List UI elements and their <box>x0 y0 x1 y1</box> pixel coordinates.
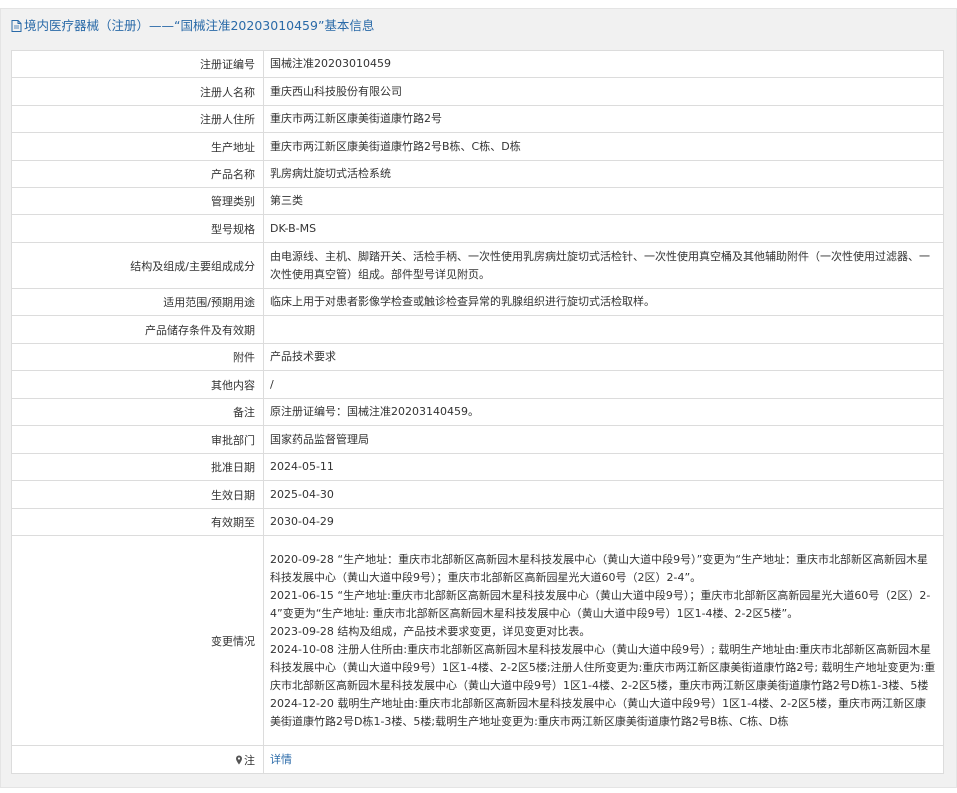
row-label: 注册人住所 <box>11 105 264 133</box>
change-entry: 2023-09-28 结构及组成，产品技术要求变更，详见变更对比表。 <box>270 624 591 638</box>
row-label: 注册证编号 <box>11 50 264 78</box>
changes-label: 变更情况 <box>11 535 264 746</box>
row-value: 产品技术要求 <box>263 343 944 371</box>
note-label-cell: 注 <box>11 745 264 774</box>
table-row: 产品名称 乳房病灶旋切式活检系统 <box>11 160 944 188</box>
changes-value: 2020-09-28 “生产地址：重庆市北部新区高新园木星科技发展中心（黄山大道… <box>263 535 944 746</box>
row-value: 由电源线、主机、脚踏开关、活检手柄、一次性使用乳房病灶旋切式活检针、一次性使用真… <box>263 242 944 289</box>
row-value: 重庆市两江新区康美街道康竹路2号B栋、C栋、D栋 <box>263 132 944 161</box>
row-label: 结构及组成/主要组成成分 <box>11 242 264 289</box>
table-row: 附件 产品技术要求 <box>11 343 944 371</box>
change-entry: 2024-10-08 注册人住所由:重庆市北部新区高新园木星科技发展中心（黄山大… <box>270 642 936 692</box>
row-label: 附件 <box>11 343 264 371</box>
row-value: 重庆市两江新区康美街道康竹路2号 <box>263 105 944 133</box>
row-value: 2025-04-30 <box>263 480 944 509</box>
table-row: 批准日期 2024-05-11 <box>11 453 944 481</box>
row-label: 备注 <box>11 398 264 426</box>
note-label: 注 <box>244 753 255 767</box>
row-value: 重庆西山科技股份有限公司 <box>263 77 944 106</box>
row-label: 产品名称 <box>11 160 264 188</box>
detail-link[interactable]: 详情 <box>270 753 292 766</box>
row-value: 第三类 <box>263 187 944 215</box>
table-row: 注册证编号 国械注准20203010459 <box>11 50 944 78</box>
table-row: 结构及组成/主要组成成分 由电源线、主机、脚踏开关、活检手柄、一次性使用乳房病灶… <box>11 242 944 289</box>
table-row: 注册人名称 重庆西山科技股份有限公司 <box>11 77 944 106</box>
row-label: 有效期至 <box>11 508 264 536</box>
row-label: 管理类别 <box>11 187 264 215</box>
row-value: / <box>263 370 944 399</box>
row-label: 产品储存条件及有效期 <box>11 315 264 344</box>
table-row: 生产地址 重庆市两江新区康美街道康竹路2号B栋、C栋、D栋 <box>11 132 944 161</box>
row-label: 适用范围/预期用途 <box>11 288 264 316</box>
row-label: 型号规格 <box>11 214 264 243</box>
row-label: 其他内容 <box>11 370 264 399</box>
info-table: 注册证编号 国械注准20203010459 注册人名称 重庆西山科技股份有限公司… <box>11 50 944 774</box>
row-value: 原注册证编号：国械注准20203140459。 <box>263 398 944 426</box>
change-entry: 2020-09-28 “生产地址：重庆市北部新区高新园木星科技发展中心（黄山大道… <box>270 552 929 584</box>
row-label: 注册人名称 <box>11 77 264 106</box>
page-title: 境内医疗器械（注册）——“国械注准20203010459”基本信息 <box>24 18 375 33</box>
table-row: 生效日期 2025-04-30 <box>11 480 944 509</box>
row-value: DK-B-MS <box>263 214 944 243</box>
table-row: 型号规格 DK-B-MS <box>11 214 944 243</box>
change-entry: 2024-12-20 载明生产地址由:重庆市北部新区高新园木星科技发展中心（黄山… <box>270 696 927 728</box>
row-label: 生效日期 <box>11 480 264 509</box>
table-row: 适用范围/预期用途 临床上用于对患者影像学检查或触诊检查异常的乳腺组织进行旋切式… <box>11 288 944 316</box>
table-row: 注册人住所 重庆市两江新区康美街道康竹路2号 <box>11 105 944 133</box>
document-icon <box>11 11 22 45</box>
changes-row: 变更情况 2020-09-28 “生产地址：重庆市北部新区高新园木星科技发展中心… <box>11 535 944 746</box>
table-row: 管理类别 第三类 <box>11 187 944 215</box>
table-row: 产品储存条件及有效期 <box>11 315 944 344</box>
row-value: 国家药品监督管理局 <box>263 425 944 454</box>
table-row: 其他内容 / <box>11 370 944 399</box>
row-value <box>263 315 944 344</box>
row-value: 乳房病灶旋切式活检系统 <box>263 160 944 188</box>
table-row: 审批部门 国家药品监督管理局 <box>11 425 944 454</box>
note-value: 详情 <box>263 745 944 774</box>
row-value: 2030-04-29 <box>263 508 944 536</box>
table-row: 备注 原注册证编号：国械注准20203140459。 <box>11 398 944 426</box>
row-value: 2024-05-11 <box>263 453 944 481</box>
table-row: 有效期至 2030-04-29 <box>11 508 944 536</box>
row-value: 临床上用于对患者影像学检查或触诊检查异常的乳腺组织进行旋切式活检取样。 <box>263 288 944 316</box>
row-label: 批准日期 <box>11 453 264 481</box>
note-row: 注 详情 <box>11 745 944 774</box>
change-entry: 2021-06-15 “生产地址:重庆市北部新区高新园木星科技发展中心（黄山大道… <box>270 588 931 620</box>
row-label: 生产地址 <box>11 132 264 161</box>
panel-header: 境内医疗器械（注册）——“国械注准20203010459”基本信息 <box>1 9 956 43</box>
row-label: 审批部门 <box>11 425 264 454</box>
info-panel: 境内医疗器械（注册）——“国械注准20203010459”基本信息 注册证编号 … <box>0 8 957 788</box>
pin-icon <box>235 755 243 768</box>
row-value: 国械注准20203010459 <box>263 50 944 78</box>
